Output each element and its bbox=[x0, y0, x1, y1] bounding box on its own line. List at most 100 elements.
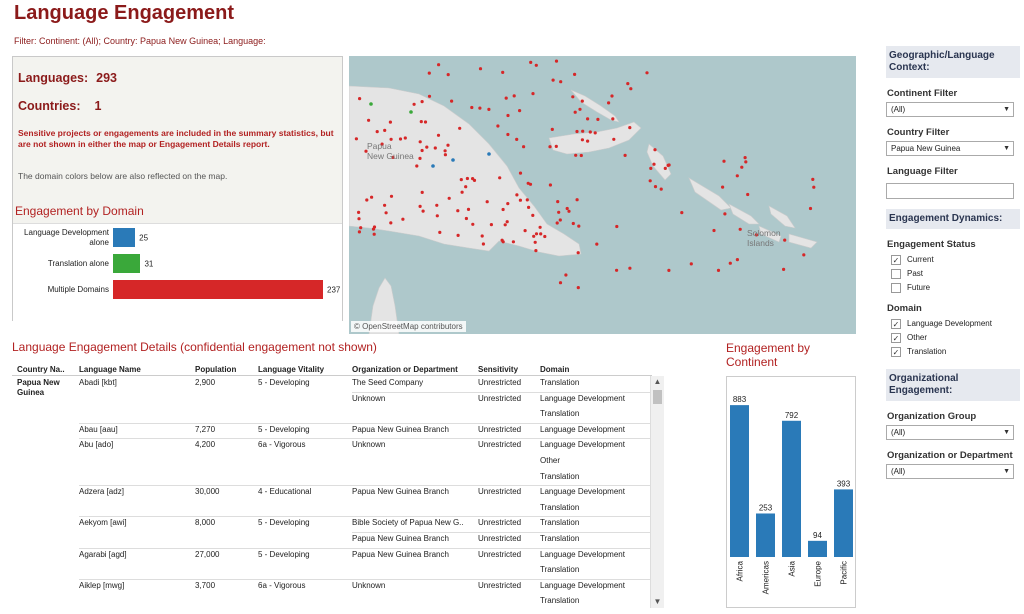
engagement-dot[interactable] bbox=[503, 223, 507, 227]
map-view[interactable]: Papua New Guinea Solomon Islands © OpenS… bbox=[349, 56, 856, 334]
continent-bar[interactable] bbox=[782, 420, 801, 557]
engagement-dot[interactable] bbox=[581, 129, 585, 133]
engagement-dot[interactable] bbox=[450, 99, 454, 103]
engagement-dot[interactable] bbox=[667, 163, 671, 167]
engagement-dot[interactable] bbox=[645, 71, 649, 75]
engagement-dot[interactable] bbox=[586, 117, 590, 121]
engagement-dot[interactable] bbox=[738, 227, 742, 231]
engagement-dot[interactable] bbox=[525, 198, 529, 202]
engagement-dot[interactable] bbox=[427, 71, 431, 75]
engagement-dot[interactable] bbox=[648, 179, 652, 183]
engagement-dot[interactable] bbox=[532, 234, 536, 238]
country-filter-dropdown[interactable]: Papua New Guinea ▼ bbox=[886, 141, 1014, 156]
engagement-dot[interactable] bbox=[680, 211, 684, 215]
engagement-dot[interactable] bbox=[626, 82, 630, 86]
engagement-dot[interactable] bbox=[459, 178, 463, 182]
engagement-dot[interactable] bbox=[436, 133, 441, 137]
engagement-dot[interactable] bbox=[593, 131, 597, 135]
engagement-dot[interactable] bbox=[357, 230, 361, 234]
col-vitality[interactable]: Language Vitality bbox=[258, 365, 350, 374]
engagement-dot[interactable] bbox=[567, 209, 571, 213]
engagement-dot[interactable] bbox=[577, 224, 581, 228]
engagement-dot[interactable] bbox=[649, 166, 653, 170]
engagement-dot[interactable] bbox=[550, 127, 554, 131]
engagement-dot[interactable] bbox=[808, 206, 813, 211]
engagement-dot[interactable] bbox=[548, 145, 552, 149]
col-domain[interactable]: Domain bbox=[540, 365, 652, 374]
col-language[interactable]: Language Name bbox=[79, 365, 191, 374]
engagement-dot[interactable] bbox=[558, 281, 563, 285]
domain-bar[interactable] bbox=[113, 254, 141, 273]
engagement-dot[interactable] bbox=[580, 99, 584, 103]
engagement-dot[interactable] bbox=[418, 156, 422, 160]
domain-bar[interactable] bbox=[113, 228, 136, 247]
engagement-dot[interactable] bbox=[388, 120, 392, 124]
engagement-dot[interactable] bbox=[518, 109, 522, 113]
engagement-dot[interactable] bbox=[558, 218, 562, 222]
engagement-dot[interactable] bbox=[437, 63, 441, 67]
engagement-dot[interactable] bbox=[367, 118, 371, 122]
checkbox[interactable] bbox=[891, 282, 901, 293]
engagement-dot[interactable] bbox=[533, 240, 537, 244]
engagement-dot[interactable] bbox=[438, 230, 442, 234]
engagement-dot[interactable] bbox=[557, 210, 561, 214]
engagement-dot[interactable] bbox=[728, 261, 732, 265]
engagement-dot[interactable] bbox=[498, 176, 502, 180]
engagement-dot[interactable] bbox=[586, 139, 590, 143]
engagement-dot[interactable] bbox=[460, 190, 464, 194]
engagement-dot[interactable] bbox=[571, 221, 575, 226]
engagement-dot[interactable] bbox=[466, 207, 471, 211]
continent-bar[interactable] bbox=[730, 405, 749, 557]
engagement-dot[interactable] bbox=[515, 137, 519, 141]
engagement-dot[interactable] bbox=[372, 232, 376, 236]
engagement-dot[interactable] bbox=[431, 164, 435, 168]
engagement-dot[interactable] bbox=[721, 185, 725, 189]
engagement-dot[interactable] bbox=[543, 234, 547, 239]
engagement-dot[interactable] bbox=[518, 198, 522, 202]
engagement-dot[interactable] bbox=[746, 192, 750, 197]
engagement-dot[interactable] bbox=[389, 194, 394, 198]
engagement-dot[interactable] bbox=[471, 222, 475, 226]
engagement-dot[interactable] bbox=[515, 193, 519, 197]
chevron-down-icon[interactable]: ▼ bbox=[1003, 426, 1010, 439]
engagement-dot[interactable] bbox=[383, 128, 387, 132]
engagement-dot[interactable] bbox=[663, 166, 667, 170]
engagement-dot[interactable] bbox=[371, 227, 376, 231]
engagement-dot[interactable] bbox=[659, 187, 663, 191]
engagement-dot[interactable] bbox=[534, 232, 539, 236]
engagement-dot[interactable] bbox=[559, 80, 563, 84]
engagement-dot[interactable] bbox=[471, 177, 475, 181]
engagement-dot[interactable] bbox=[573, 72, 577, 76]
engagement-dot[interactable] bbox=[555, 221, 559, 225]
status-option[interactable]: Future bbox=[886, 281, 1020, 295]
chevron-down-icon[interactable]: ▼ bbox=[1003, 103, 1010, 116]
check-icon[interactable]: ✓ bbox=[891, 346, 901, 357]
engagement-dot[interactable] bbox=[527, 205, 531, 209]
col-organization[interactable]: Organization or Department bbox=[352, 365, 476, 374]
engagement-dot[interactable] bbox=[575, 198, 579, 202]
engagement-dot[interactable] bbox=[419, 120, 423, 124]
engagement-dot[interactable] bbox=[435, 203, 439, 207]
engagement-dot[interactable] bbox=[735, 174, 739, 178]
engagement-dot[interactable] bbox=[522, 145, 526, 149]
engagement-dot[interactable] bbox=[712, 228, 716, 233]
engagement-dot[interactable] bbox=[531, 213, 535, 217]
engagement-dot[interactable] bbox=[435, 214, 439, 218]
col-sensitivity[interactable]: Sensitivity bbox=[478, 365, 538, 374]
domain-option[interactable]: ✓ Translation bbox=[886, 345, 1020, 359]
check-icon[interactable]: ✓ bbox=[891, 318, 901, 329]
engagement-dot[interactable] bbox=[412, 102, 416, 106]
engagement-dot[interactable] bbox=[564, 273, 568, 277]
engagement-dot[interactable] bbox=[489, 223, 493, 227]
engagement-dot[interactable] bbox=[443, 153, 447, 157]
engagement-dot[interactable] bbox=[465, 176, 469, 181]
col-population[interactable]: Population bbox=[195, 365, 255, 374]
engagement-dot[interactable] bbox=[421, 209, 425, 213]
engagement-dot[interactable] bbox=[615, 224, 619, 229]
arrow-up-icon[interactable]: ▲ bbox=[651, 376, 664, 388]
engagement-dot[interactable] bbox=[565, 206, 569, 211]
engagement-dot[interactable] bbox=[538, 225, 542, 229]
engagement-dot[interactable] bbox=[607, 101, 611, 105]
engagement-dot[interactable] bbox=[389, 221, 393, 225]
engagement-dot[interactable] bbox=[722, 159, 726, 163]
